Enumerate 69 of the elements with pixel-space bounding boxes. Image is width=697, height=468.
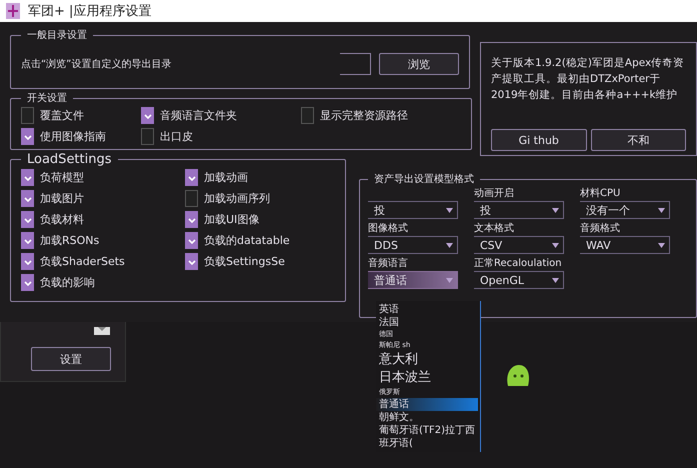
dropdown[interactable]: 投 [474,201,564,219]
dropdown-option[interactable]: 班牙语( [376,437,478,450]
about-text: 关于版本1.9.2(稳定)军团是Apex传奇资产提取工具。最初由DTZxPorter于2019年创建。目前由各种a+++k维护 [491,56,686,103]
checkbox[interactable] [21,232,34,249]
dropdown[interactable]: 投 [368,201,458,219]
checkbox[interactable] [21,107,34,124]
field-label: 音频格式 [580,222,621,235]
group-title: 资产导出设置模型格式 [373,172,475,186]
field-label: 动画开启 [474,186,515,200]
browse-button[interactable]: 浏览 [379,53,459,75]
dropdown[interactable]: CSV [474,236,564,254]
checkbox[interactable] [21,274,34,291]
dropdown-option[interactable]: 日本波兰 [376,369,478,387]
checkbox[interactable] [185,190,198,207]
dropdown-option[interactable]: 葡萄牙语(TF2)拉丁西 [376,424,478,437]
link-button[interactable]: 不和 [590,129,686,151]
checkbox[interactable] [141,107,154,124]
checkbox[interactable] [21,190,34,207]
checkbox-label: 使用图像指南 [40,129,106,144]
dropdown-option[interactable]: 意大利 [376,351,478,369]
field-label: 正常Recaloulation [474,256,563,270]
field-label: 音频语言 [368,256,409,270]
checkbox-label: 负荷模型 [40,170,84,185]
app-icon [6,3,20,19]
checkbox-label: 加载动画序列 [204,191,270,206]
checkbox[interactable] [185,169,198,186]
dropdown[interactable]: WAV [580,236,670,254]
path-field[interactable] [340,53,371,75]
dropdown-option[interactable]: 朝鲜文。 [376,411,478,424]
settings-button[interactable]: 设置 [31,347,111,371]
checkbox[interactable] [141,128,154,145]
checkbox-label: 出口皮 [160,129,193,144]
checkbox[interactable] [185,211,198,228]
group-title: LoadSettings [26,152,113,167]
checkbox-label: 显示完整资源路径 [320,108,408,123]
checkbox[interactable] [301,107,314,124]
checkbox[interactable] [21,253,34,270]
field-label: 文本格式 [474,222,515,235]
checkbox-label: 负载ShaderSets [40,254,125,269]
dropdown-option[interactable]: 英语 [376,303,478,316]
checkbox-label: 负载的datatable [204,233,290,248]
checkbox-label: 加载图片 [40,191,84,206]
dropdown-option[interactable]: 普通话 [376,398,478,411]
group-title: 开关设置 [26,92,68,105]
checkbox-label: 加载UI图像 [204,212,260,227]
dropdown-option[interactable]: 法国 [376,316,478,329]
dropdown[interactable]: DDS [368,236,458,254]
field-label: 材料CPU [580,186,622,200]
group-title: 一般目录设置 [26,28,88,42]
checkbox-label: 音频语言文件夹 [160,108,237,123]
directory-hint: 点击“浏览”设置自定义的导出目录 [21,58,172,71]
checkbox[interactable] [21,128,34,145]
checkbox[interactable] [21,211,34,228]
link-button[interactable]: Gi thub [491,129,586,151]
checkbox[interactable] [185,232,198,249]
checkbox-label: 负载SettingsSe [204,254,285,269]
dropdown[interactable]: 普通话 [368,271,458,289]
checkbox-label: 加载RSONs [40,233,100,248]
checkbox-label: 负载材料 [40,212,84,227]
blob-icon [505,364,531,388]
checkbox-label: 覆盖文件 [40,108,84,123]
dropdown[interactable]: 没有一个 [580,201,670,219]
checkbox[interactable] [185,253,198,270]
checkbox-label: 加载动画 [204,170,248,185]
window-title: 军团+ |应用程序设置 [28,3,152,20]
field-label: 图像格式 [368,222,409,235]
checkbox[interactable] [21,169,34,186]
dropdown[interactable]: OpenGL [474,271,564,289]
checkbox-label: 负载的影响 [40,275,95,290]
